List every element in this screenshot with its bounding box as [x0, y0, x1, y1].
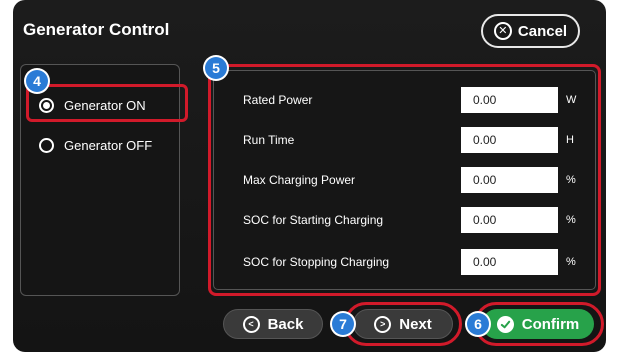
field-soc-start: SOC for Starting Charging %	[243, 206, 583, 234]
field-label: Max Charging Power	[243, 173, 356, 187]
field-max-charging-power: Max Charging Power %	[243, 166, 583, 194]
soc-start-input[interactable]	[461, 207, 558, 233]
close-icon: ✕	[493, 22, 512, 40]
field-label: Rated Power	[243, 93, 313, 107]
back-label: Back	[267, 315, 304, 333]
back-button[interactable]: < Back	[223, 309, 323, 339]
field-unit: %	[566, 256, 576, 268]
field-label: Run Time	[243, 133, 295, 147]
field-unit: W	[566, 94, 577, 106]
radio-label-off: Generator OFF	[64, 137, 153, 153]
run-time-input[interactable]	[461, 127, 558, 153]
rated-power-input[interactable]	[461, 87, 558, 113]
callout-badge-5: 5	[205, 57, 227, 79]
cancel-label: Cancel	[517, 22, 568, 40]
radio-generator-off[interactable]: Generator OFF	[31, 127, 179, 163]
field-unit: H	[566, 134, 574, 146]
soc-stop-input[interactable]	[461, 249, 558, 275]
highlight-radio-on	[26, 84, 188, 122]
field-label: SOC for Stopping Charging	[243, 255, 390, 269]
highlight-next-button	[344, 302, 462, 346]
callout-badge-7: 7	[332, 313, 354, 335]
field-soc-stop: SOC for Stopping Charging %	[243, 248, 583, 276]
radio-unchecked-icon	[39, 137, 54, 153]
chevron-left-icon: <	[242, 315, 260, 333]
field-unit: %	[566, 174, 576, 186]
cancel-button[interactable]: ✕ Cancel	[481, 14, 580, 48]
field-rated-power: Rated Power W	[243, 86, 583, 114]
field-run-time: Run Time H	[243, 126, 583, 154]
page-title: Generator Control	[23, 20, 170, 39]
callout-badge-4: 4	[26, 70, 48, 92]
max-charging-power-input[interactable]	[461, 167, 558, 193]
callout-badge-6: 6	[467, 313, 489, 335]
highlight-confirm-button	[474, 302, 604, 346]
field-label: SOC for Starting Charging	[243, 213, 384, 227]
field-unit: %	[566, 214, 576, 226]
